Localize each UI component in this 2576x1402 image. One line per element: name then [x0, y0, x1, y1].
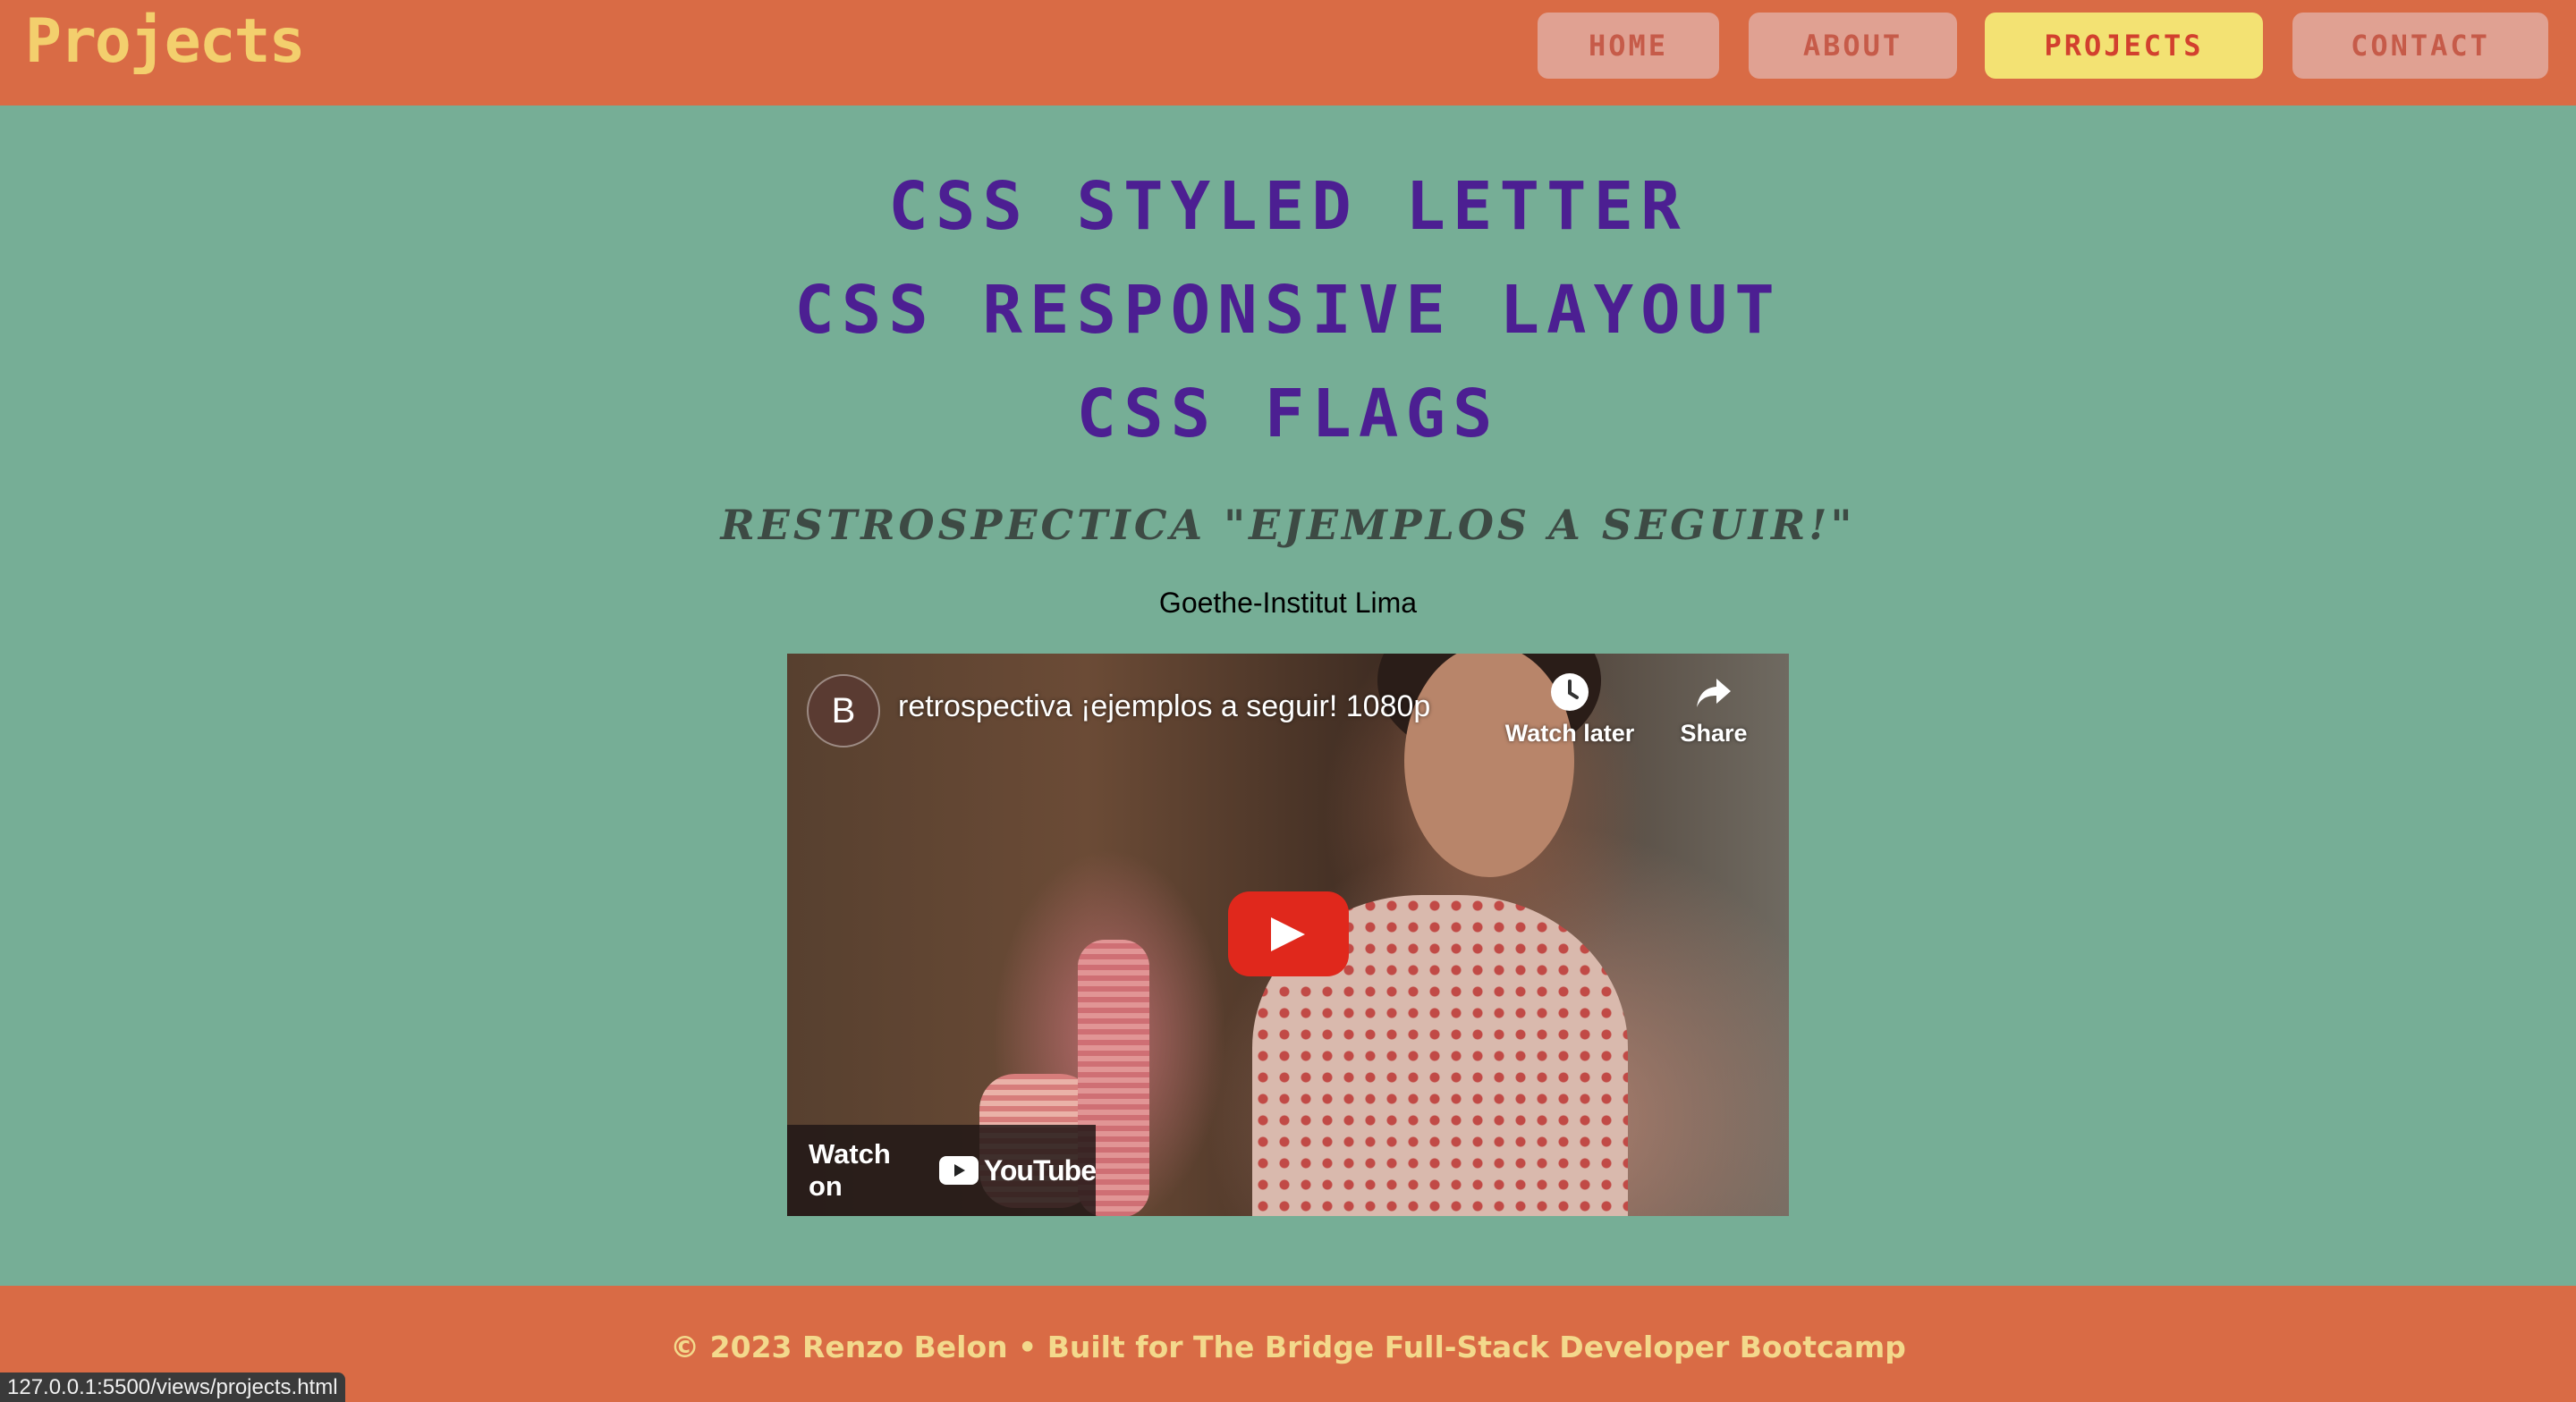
- status-bar-url: 127.0.0.1:5500/views/projects.html: [0, 1372, 345, 1402]
- youtube-wordmark: YouTube: [983, 1153, 1097, 1187]
- share-button[interactable]: Share: [1642, 671, 1785, 747]
- video-section-title: RESTROSPECTICA "EJEMPLOS A SEGUIR!": [720, 501, 1856, 549]
- watch-later-label: Watch later: [1504, 720, 1635, 747]
- project-link-responsive-layout[interactable]: CSS RESPONSIVE LAYOUT: [0, 272, 2576, 349]
- project-link-styled-letter[interactable]: CSS STYLED LETTER: [0, 168, 2576, 245]
- youtube-logo: YouTube: [938, 1153, 1097, 1187]
- footer-credit: © 2023 Renzo Belon • Built for The Bridg…: [670, 1330, 1906, 1364]
- channel-avatar[interactable]: B: [807, 674, 880, 747]
- watch-on-label: Watch on: [809, 1138, 891, 1202]
- project-link-flags[interactable]: CSS FLAGS: [0, 376, 2576, 452]
- play-icon: [1271, 917, 1305, 951]
- share-label: Share: [1680, 720, 1748, 747]
- play-button[interactable]: [1228, 891, 1349, 976]
- youtube-embed[interactable]: B retrospectiva ¡ejemplos a seguir! 1080…: [787, 654, 1789, 1216]
- site-header: Projects HOME ABOUT PROJECTS CONTACT: [0, 0, 2576, 106]
- youtube-icon: [938, 1156, 979, 1185]
- video-credit: Goethe-Institut Lima: [1158, 587, 1418, 619]
- watch-later-button[interactable]: Watch later: [1498, 671, 1641, 747]
- video-title[interactable]: retrospectiva ¡ejemplos a seguir! 1080p: [898, 689, 1430, 724]
- page-brand-title: Projects: [25, 6, 306, 77]
- watch-on-youtube-button[interactable]: Watch on YouTube: [787, 1125, 1097, 1216]
- nav-home[interactable]: HOME: [1538, 13, 1719, 79]
- share-icon: [1697, 679, 1731, 707]
- nav-projects[interactable]: PROJECTS: [1985, 13, 2263, 79]
- clock-icon: [1551, 673, 1589, 711]
- nav-about[interactable]: ABOUT: [1749, 13, 1957, 79]
- nav-contact[interactable]: CONTACT: [2292, 13, 2548, 79]
- site-footer: © 2023 Renzo Belon • Built for The Bridg…: [0, 1286, 2576, 1402]
